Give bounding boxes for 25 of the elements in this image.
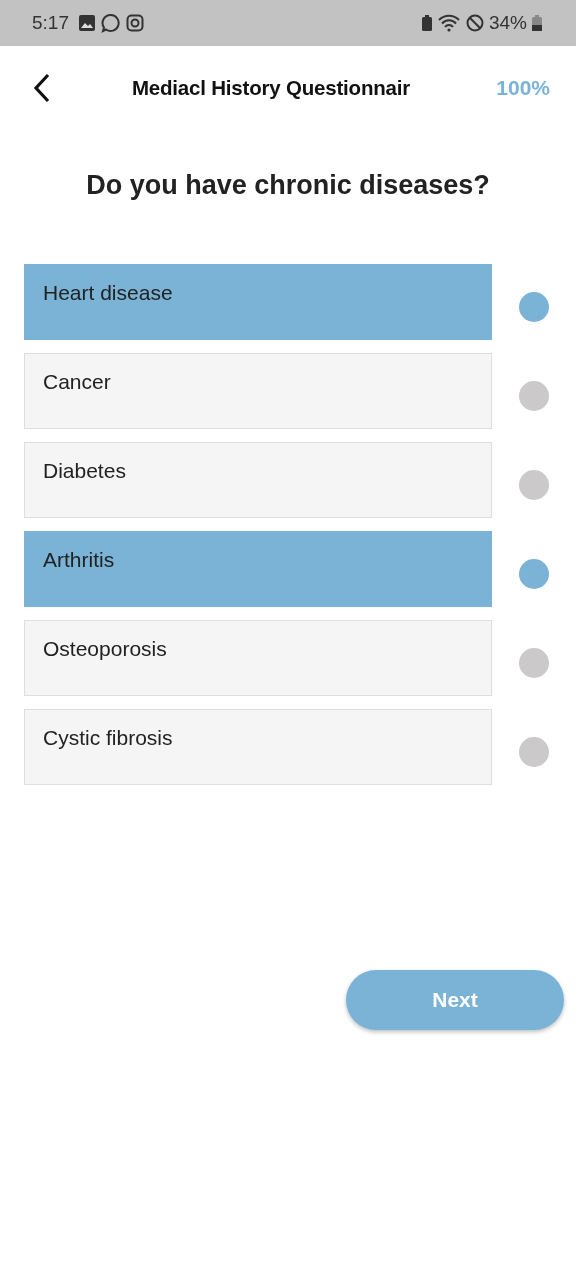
do-not-disturb-icon [465, 14, 484, 32]
selection-dot[interactable] [519, 470, 549, 500]
battery-percent: 34% [488, 12, 527, 34]
progress-percent: 100% [495, 76, 550, 100]
selection-dot[interactable] [519, 559, 549, 589]
answer-option[interactable]: Cystic fibrosis [24, 709, 492, 785]
chat-icon [101, 13, 121, 33]
selection-dot[interactable] [519, 737, 549, 767]
wifi-icon [436, 14, 461, 32]
back-icon[interactable] [32, 73, 52, 103]
answer-option[interactable]: Osteoporosis [24, 620, 492, 696]
question-text: Do you have chronic diseases? [85, 170, 491, 201]
screen-title: Mediacl History Questionnair [130, 76, 411, 100]
selection-dot[interactable] [519, 292, 549, 322]
selection-dot[interactable] [519, 381, 549, 411]
status-time: 5:17 [32, 12, 69, 34]
answer-option[interactable]: Cancer [24, 353, 492, 429]
camera-icon [126, 14, 144, 32]
selection-dot[interactable] [519, 648, 549, 678]
answer-option[interactable]: Arthritis [24, 531, 492, 607]
answer-option[interactable]: Diabetes [24, 442, 492, 518]
battery-saver-icon [421, 15, 432, 31]
battery-icon [532, 15, 542, 31]
gallery-icon [78, 14, 96, 32]
answer-option[interactable]: Heart disease [24, 264, 492, 340]
